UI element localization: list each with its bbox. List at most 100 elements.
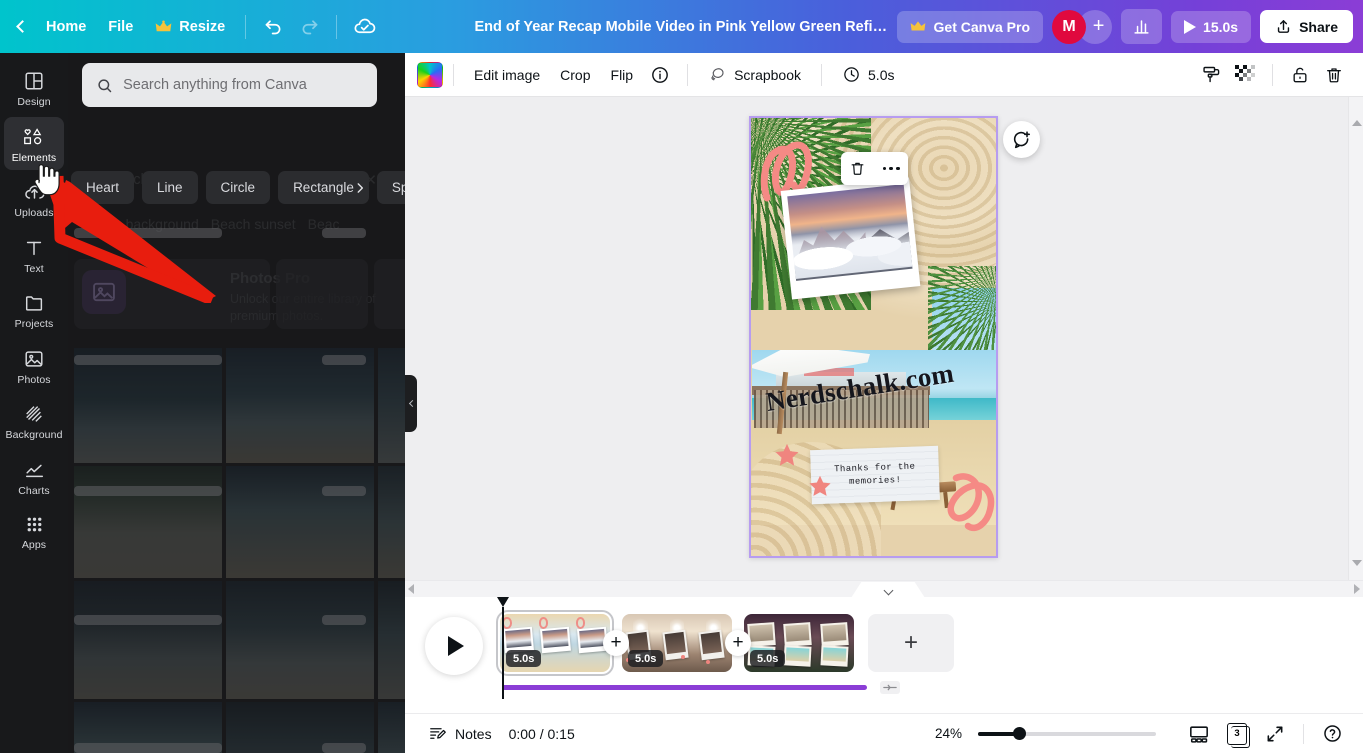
photo-result[interactable]	[74, 466, 222, 578]
timeline-scene-1[interactable]: 5.0s	[496, 610, 614, 676]
flip-button[interactable]: Flip	[601, 60, 644, 90]
sidebar-item-uploads[interactable]: Uploads	[4, 172, 64, 226]
sidebar-item-elements[interactable]: Elements	[4, 116, 64, 170]
file-menu-button[interactable]: File	[97, 12, 144, 42]
timeline-progress-bar[interactable]	[502, 685, 867, 690]
scroll-right-arrow[interactable]	[1354, 584, 1360, 594]
zoom-slider-knob[interactable]	[1013, 727, 1026, 740]
sidebar-label-elements: Elements	[11, 151, 57, 164]
chevron-left-icon	[16, 20, 29, 33]
delete-object-button[interactable]	[844, 155, 872, 182]
timeline-play-button[interactable]	[425, 617, 483, 675]
sidebar-label-apps: Apps	[21, 539, 47, 551]
clock-icon	[844, 67, 859, 82]
timeline-resize-handle[interactable]	[880, 681, 900, 694]
crop-button[interactable]: Crop	[550, 60, 600, 90]
insights-button[interactable]	[1121, 9, 1163, 44]
playhead-marker[interactable]	[497, 597, 509, 607]
resize-button[interactable]: Resize	[144, 12, 236, 42]
sidebar-item-text[interactable]: Text	[4, 228, 64, 282]
info-icon[interactable]	[643, 59, 677, 91]
chips-next-arrow[interactable]	[353, 179, 367, 202]
page-count-button[interactable]: 3	[1220, 718, 1254, 750]
search-box[interactable]	[82, 63, 377, 107]
fullscreen-button[interactable]	[1258, 718, 1292, 750]
shapes-icon	[24, 127, 42, 144]
chip-sparkle[interactable]: Spar	[376, 171, 405, 204]
notes-label: Notes	[455, 725, 492, 742]
chip-circle[interactable]: Circle	[205, 171, 271, 204]
timeline-scene-2[interactable]: 5.0s	[622, 614, 732, 672]
notes-button[interactable]: Notes	[419, 718, 501, 749]
back-button[interactable]	[14, 15, 35, 38]
scrapbook-button[interactable]: Scrapbook	[698, 58, 811, 91]
add-scene-between-1[interactable]: +	[603, 630, 629, 656]
sidebar-item-projects[interactable]: Projects	[4, 283, 64, 337]
collapse-timeline-button[interactable]	[851, 582, 925, 598]
add-comment-button[interactable]	[1003, 121, 1040, 158]
canvas-vertical-scrollbar[interactable]	[1348, 97, 1363, 583]
trash-icon[interactable]	[1317, 59, 1351, 91]
suggestion-1[interactable]: Beach sunset	[211, 216, 296, 232]
photo-result[interactable]	[378, 581, 405, 699]
presenter-view-icon	[1190, 725, 1208, 743]
chip-line[interactable]: Line	[142, 171, 198, 204]
timeline-scene-3[interactable]: 5.0s	[744, 614, 854, 672]
promo-card-2[interactable]	[276, 259, 368, 329]
lock-icon[interactable]	[1283, 59, 1317, 91]
chip-heart[interactable]: Heart	[71, 171, 135, 204]
home-button[interactable]: Home	[35, 12, 97, 42]
photo-result[interactable]	[378, 348, 405, 463]
collapse-panel-handle[interactable]	[405, 375, 417, 432]
status-right-group: 24% 3	[935, 718, 1349, 750]
sidebar-item-photos[interactable]: Photos	[4, 339, 64, 393]
get-canva-pro-button[interactable]: Get Canva Pro	[896, 10, 1044, 43]
transparency-icon[interactable]	[1228, 59, 1262, 91]
scroll-down-arrow[interactable]	[1352, 560, 1362, 583]
line-chart-icon	[25, 464, 43, 477]
sidebar-item-background[interactable]: Background	[4, 394, 64, 448]
help-button[interactable]	[1315, 718, 1349, 750]
photo-result[interactable]	[226, 348, 374, 463]
share-button[interactable]: Share	[1260, 10, 1353, 43]
zoom-slider[interactable]	[978, 726, 1156, 742]
sidebar-item-apps[interactable]: Apps	[4, 505, 64, 558]
scroll-left-arrow[interactable]	[408, 584, 414, 594]
polaroid-photo[interactable]	[780, 177, 921, 300]
photo-result[interactable]	[378, 702, 405, 753]
more-options-button[interactable]	[877, 155, 905, 182]
add-scene-button[interactable]: +	[868, 614, 954, 672]
timing-button[interactable]: 5.0s	[832, 58, 904, 91]
sidebar-item-design[interactable]: Design	[4, 61, 64, 115]
photo-result[interactable]	[226, 466, 374, 578]
sidebar-item-charts[interactable]: Charts	[4, 450, 64, 504]
present-button[interactable]: 15.0s	[1171, 10, 1252, 43]
canvas-area[interactable]: Nerdschalk.com Thanks for the memories!	[405, 97, 1363, 580]
file-label: File	[108, 18, 134, 35]
photo-result[interactable]	[74, 581, 222, 699]
image-color-swatch[interactable]	[417, 61, 443, 88]
photo-result[interactable]	[74, 348, 222, 463]
document-title[interactable]: End of Year Recap Mobile Video in Pink Y…	[467, 14, 897, 40]
redo-button[interactable]	[291, 10, 327, 44]
get-pro-label: Get Canva Pro	[933, 18, 1031, 35]
add-scene-between-2[interactable]: +	[725, 630, 751, 656]
cloud-saved-button[interactable]	[346, 10, 382, 44]
loading-skeleton	[322, 228, 366, 238]
status-divider	[1303, 723, 1304, 744]
resize-label: Resize	[179, 18, 226, 35]
presenter-view-button[interactable]	[1182, 718, 1216, 750]
timeline-panel: 5.0s + 5.0s + 5.0s +	[405, 582, 1363, 713]
search-icon	[98, 78, 112, 92]
photo-result[interactable]	[226, 581, 374, 699]
home-label: Home	[46, 18, 87, 35]
search-input[interactable]	[123, 77, 363, 93]
avatar[interactable]: M	[1052, 9, 1087, 44]
paint-roller-icon[interactable]	[1194, 59, 1228, 91]
promo-card-3[interactable]	[374, 259, 405, 329]
photo-result[interactable]	[378, 466, 405, 578]
undo-button[interactable]	[255, 10, 291, 44]
edit-image-button[interactable]: Edit image	[464, 60, 550, 90]
play-icon	[1184, 19, 1197, 34]
scroll-up-arrow[interactable]	[1352, 103, 1362, 126]
